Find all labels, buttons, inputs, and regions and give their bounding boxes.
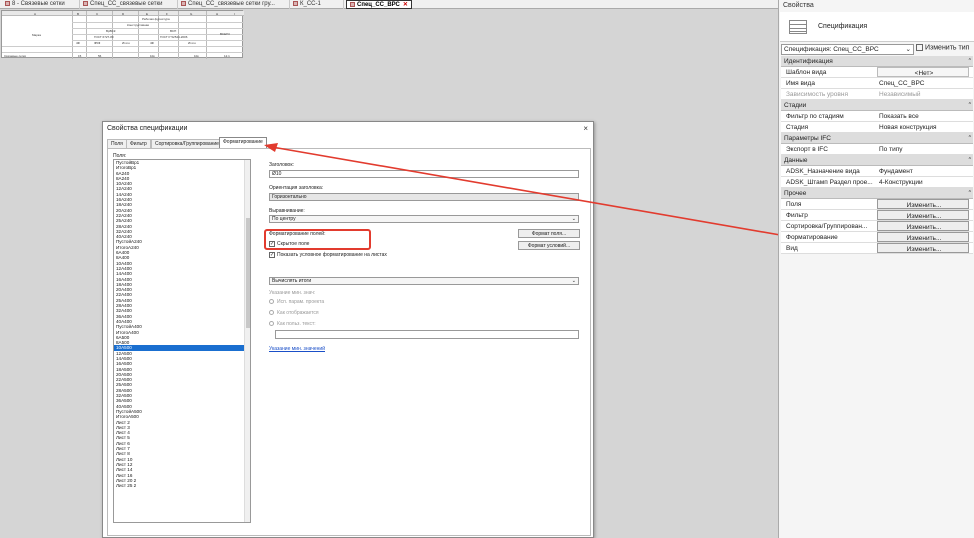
view-purpose-value[interactable]: Фундамент	[877, 166, 971, 177]
category-data[interactable]: Данные ^	[781, 155, 973, 166]
properties-table: Идентификация ^ Шаблон вида <Нет> Имя вида…	[781, 56, 973, 254]
filter-edit-button[interactable]: Изменить...	[877, 210, 969, 220]
prop-row-stamp-section: ADSK_Штамп Раздел прое... 4-Конструкции	[781, 177, 973, 188]
phase-value[interactable]: Новая конструкция	[877, 122, 971, 133]
phase-filter-value[interactable]: Показать все	[877, 111, 971, 122]
prop-row-filter: Фильтр Изменить...	[781, 210, 973, 221]
prop-row-phase: Стадия Новая конструкция	[781, 122, 973, 133]
category-other[interactable]: Прочее ^	[781, 188, 973, 199]
edit-type-button[interactable]: Изменить тип	[916, 44, 969, 51]
sorting-edit-button[interactable]: Изменить...	[877, 221, 969, 231]
prop-row-view-name: Имя вида Спец_CC_ВРС	[781, 78, 973, 89]
type-name: Спецификация	[818, 23, 868, 30]
category-ifc[interactable]: Параметры IFC ^	[781, 133, 973, 144]
prop-row-ifc-export: Экспорт в IFC По типу	[781, 144, 973, 155]
category-identification[interactable]: Идентификация ^	[781, 56, 973, 67]
ifc-export-value[interactable]: По типу	[877, 144, 971, 155]
arrow-head-icon	[264, 143, 278, 152]
schedule-type-icon	[789, 20, 807, 34]
instance-select[interactable]: Спецификация: Спец_CC_ВРС ⌄	[781, 44, 914, 55]
collapse-icon[interactable]: ^	[969, 155, 971, 166]
prop-row-dependency: Зависимость уровня Независимый	[781, 89, 973, 100]
view-name-value[interactable]: Спец_CC_ВРС	[877, 78, 971, 89]
appearance-edit-button[interactable]: Изменить...	[877, 243, 969, 253]
fields-edit-button[interactable]: Изменить...	[877, 199, 969, 209]
collapse-icon[interactable]: ^	[969, 100, 971, 111]
collapse-icon[interactable]: ^	[969, 133, 971, 144]
prop-row-formatting: Форматирование Изменить...	[781, 232, 973, 243]
prop-row-fields: Поля Изменить...	[781, 199, 973, 210]
prop-row-sorting: Сортировка/Группирован... Изменить...	[781, 221, 973, 232]
view-template-button[interactable]: <Нет>	[877, 67, 969, 77]
properties-title: Свойства	[783, 2, 814, 9]
arrow-line	[271, 146, 787, 237]
prop-row-phase-filter: Фильтр по стадиям Показать все	[781, 111, 973, 122]
prop-row-view-purpose: ADSK_Назначение вида Фундамент	[781, 166, 973, 177]
collapse-icon[interactable]: ^	[969, 188, 971, 199]
edit-type-icon	[916, 44, 923, 51]
prop-row-template: Шаблон вида <Нет>	[781, 67, 973, 78]
properties-palette: Свойства Спецификация Спецификация: Спец…	[778, 0, 974, 538]
formatting-edit-button[interactable]: Изменить...	[877, 232, 969, 242]
stamp-section-value[interactable]: 4-Конструкции	[877, 177, 971, 188]
chevron-down-icon: ⌄	[905, 46, 911, 53]
type-selector[interactable]: Спецификация	[780, 12, 974, 42]
prop-row-appearance: Вид Изменить...	[781, 243, 973, 254]
category-phasing[interactable]: Стадии ^	[781, 100, 973, 111]
collapse-icon[interactable]: ^	[969, 56, 971, 67]
